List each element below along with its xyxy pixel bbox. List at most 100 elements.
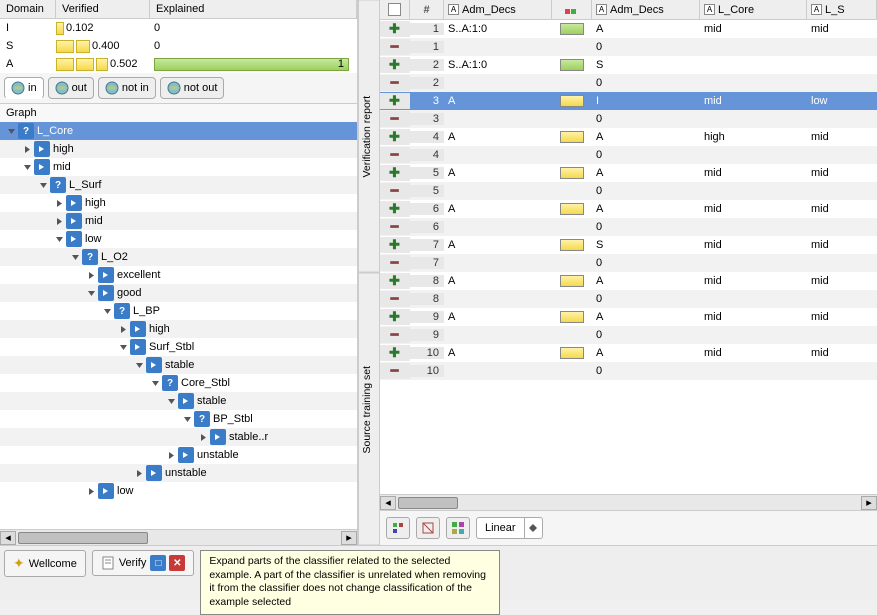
col-checkbox[interactable] <box>380 0 410 19</box>
domain-row[interactable]: S0.4000 <box>0 37 357 55</box>
toolbar-btn-1[interactable] <box>386 517 410 539</box>
tree-node[interactable]: high <box>0 320 357 338</box>
verified-value: 0.400 <box>92 40 120 52</box>
grid-row[interactable]: ━20 <box>380 74 877 92</box>
domain-row[interactable]: A0.5021 <box>0 55 357 73</box>
tab-not-out[interactable]: not out <box>160 77 225 99</box>
row-number: 5 <box>410 185 444 197</box>
col-adm-decs-1[interactable]: AAdm_Decs <box>444 0 552 19</box>
grid-row[interactable]: ━40 <box>380 146 877 164</box>
col-l-core[interactable]: AL_Core <box>700 0 807 19</box>
tab-out[interactable]: out <box>48 77 94 99</box>
tree-node[interactable]: stable..r <box>0 428 357 446</box>
verify-button[interactable]: Verify □ ✕ <box>92 550 195 576</box>
tree-node[interactable]: ?Core_Stbl <box>0 374 357 392</box>
tree-node[interactable]: stable <box>0 356 357 374</box>
tree-node[interactable]: low <box>0 230 357 248</box>
collapse-icon[interactable] <box>36 178 50 192</box>
collapse-icon[interactable] <box>132 358 146 372</box>
tree-node[interactable]: ?L_O2 <box>0 248 357 266</box>
blue-action-icon[interactable]: □ <box>150 555 166 571</box>
cell-adm2: A <box>592 23 700 35</box>
tree-node[interactable]: high <box>0 194 357 212</box>
tree-node[interactable]: ?L_BP <box>0 302 357 320</box>
tree-label: unstable <box>165 467 207 479</box>
grid-hscroll[interactable]: ◂ ▸ <box>380 494 877 510</box>
tab-not-in[interactable]: not in <box>98 77 156 99</box>
domain-row[interactable]: I0.1020 <box>0 19 357 37</box>
tree-node[interactable]: mid <box>0 212 357 230</box>
tree-node[interactable]: excellent <box>0 266 357 284</box>
tree-node[interactable]: ?L_Core <box>0 122 357 140</box>
collapse-icon[interactable] <box>84 286 98 300</box>
grid-row[interactable]: ✚8AAmidmid <box>380 272 877 290</box>
tree-node[interactable]: low <box>0 482 357 500</box>
toolbar-btn-3[interactable] <box>446 517 470 539</box>
collapse-icon[interactable] <box>20 160 34 174</box>
grid-row[interactable]: ✚2S..A:1:0S <box>380 56 877 74</box>
scale-select[interactable]: Linear <box>476 517 543 539</box>
collapse-icon[interactable] <box>180 412 194 426</box>
col-row-number[interactable]: # <box>410 0 444 19</box>
cell-lcore: mid <box>700 311 807 323</box>
collapse-icon[interactable] <box>4 124 18 138</box>
tree-node[interactable]: mid <box>0 158 357 176</box>
col-explained[interactable]: Explained <box>150 0 357 18</box>
cell-adm2: I <box>592 95 700 107</box>
grid-row[interactable]: ━10 <box>380 38 877 56</box>
close-icon[interactable]: ✕ <box>169 555 185 571</box>
expand-icon[interactable] <box>52 214 66 228</box>
tree-node[interactable]: ?BP_Stbl <box>0 410 357 428</box>
grid-row[interactable]: ✚3AImidlow <box>380 92 877 110</box>
grid-row[interactable]: ━90 <box>380 326 877 344</box>
toolbar-btn-2[interactable] <box>416 517 440 539</box>
grid-row[interactable]: ━50 <box>380 182 877 200</box>
swatch-yellow <box>560 311 584 323</box>
col-domain[interactable]: Domain <box>0 0 56 18</box>
expand-icon[interactable] <box>84 484 98 498</box>
collapse-icon[interactable] <box>68 250 82 264</box>
tree-node[interactable]: ?L_Surf <box>0 176 357 194</box>
cell-adm1: A <box>444 167 552 179</box>
expand-icon[interactable] <box>84 268 98 282</box>
grid-row[interactable]: ✚1S..A:1:0Amidmid <box>380 20 877 38</box>
grid-row[interactable]: ✚5AAmidmid <box>380 164 877 182</box>
collapse-icon[interactable] <box>52 232 66 246</box>
expand-icon[interactable] <box>196 430 210 444</box>
expand-icon[interactable] <box>116 322 130 336</box>
expand-icon[interactable] <box>20 142 34 156</box>
grid-row[interactable]: ━30 <box>380 110 877 128</box>
vtab-verification-report[interactable]: Verification report <box>358 0 380 273</box>
expand-icon[interactable] <box>164 448 178 462</box>
col-l-surf[interactable]: AL_S <box>807 0 877 19</box>
tree-node[interactable]: unstable <box>0 446 357 464</box>
tree-node[interactable]: stable <box>0 392 357 410</box>
tree-node[interactable]: Surf_Stbl <box>0 338 357 356</box>
grid-row[interactable]: ✚9AAmidmid <box>380 308 877 326</box>
collapse-icon[interactable] <box>100 304 114 318</box>
grid-row[interactable]: ━80 <box>380 290 877 308</box>
col-color[interactable] <box>552 0 592 19</box>
grid-row[interactable]: ━60 <box>380 218 877 236</box>
collapse-icon[interactable] <box>164 394 178 408</box>
collapse-icon[interactable] <box>116 340 130 354</box>
grid-row[interactable]: ✚10AAmidmid <box>380 344 877 362</box>
grid-row[interactable]: ✚7ASmidmid <box>380 236 877 254</box>
expand-icon[interactable] <box>132 466 146 480</box>
tree-node[interactable]: unstable <box>0 464 357 482</box>
grid-row[interactable]: ━70 <box>380 254 877 272</box>
tree-hscroll[interactable]: ◂ ▸ <box>0 529 357 545</box>
col-verified[interactable]: Verified <box>56 0 150 18</box>
grid-row[interactable]: ━100 <box>380 362 877 380</box>
expand-icon[interactable] <box>52 196 66 210</box>
wellcome-button[interactable]: ✦ Wellcome <box>4 550 86 577</box>
vtab-source-training-set[interactable]: Source training set <box>358 273 380 546</box>
col-adm-decs-2[interactable]: AAdm_Decs <box>592 0 700 19</box>
grid-row[interactable]: ✚6AAmidmid <box>380 200 877 218</box>
grid-row[interactable]: ✚4AAhighmid <box>380 128 877 146</box>
tab-in[interactable]: in <box>4 77 44 99</box>
tree-node[interactable]: good <box>0 284 357 302</box>
tree-node[interactable]: high <box>0 140 357 158</box>
collapse-icon[interactable] <box>148 376 162 390</box>
row-number: 10 <box>410 365 444 377</box>
